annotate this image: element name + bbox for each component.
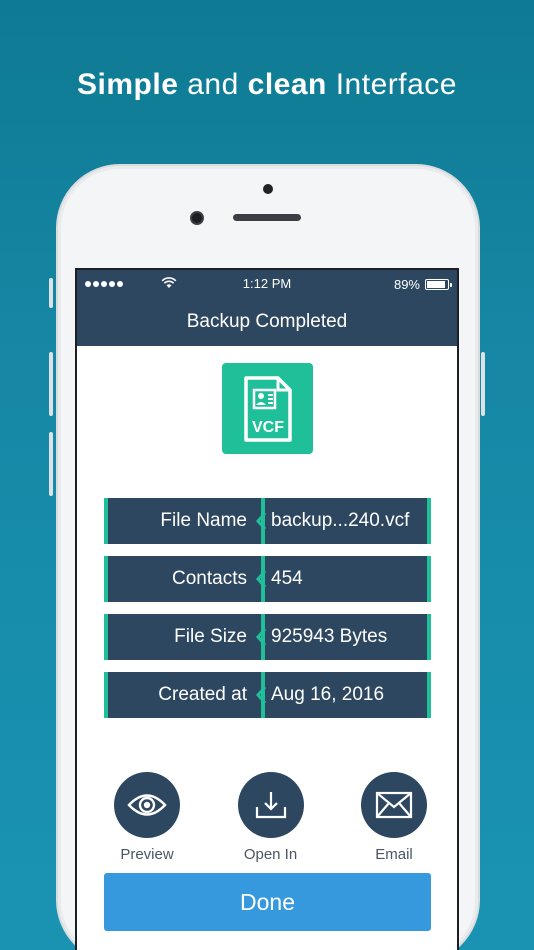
- info-row-created-at: Created at Aug 16, 2016: [104, 672, 431, 718]
- email-circle[interactable]: [361, 772, 427, 838]
- email-label: Email: [375, 846, 413, 863]
- volume-up-button: [49, 352, 53, 416]
- backup-info-list: File Name backup...240.vcf Contacts 454 …: [104, 498, 431, 730]
- promo-word-clean: clean: [247, 68, 327, 101]
- vcf-label: VCF: [252, 419, 284, 436]
- promo-word-simple: Simple: [77, 68, 179, 101]
- info-value: backup...240.vcf: [265, 498, 431, 544]
- promo-word-and: and: [187, 68, 239, 101]
- mute-switch: [49, 278, 53, 308]
- info-value: Aug 16, 2016: [265, 672, 431, 718]
- proximity-sensor-icon: [190, 211, 204, 225]
- info-value: 454: [265, 556, 431, 602]
- status-bar: 1:12 PM 89%: [77, 270, 457, 298]
- info-label: File Name: [104, 498, 261, 544]
- front-camera-icon: [263, 184, 273, 194]
- power-button: [481, 352, 485, 416]
- info-row-contacts: Contacts 454: [104, 556, 431, 602]
- promo-word-interface: Interface: [335, 68, 457, 101]
- action-buttons: Preview Open In Email: [77, 772, 457, 863]
- info-label: Created at: [104, 672, 261, 718]
- phone-screen: 1:12 PM 89% Backup Completed VCF File Na…: [75, 268, 459, 950]
- contact-card-icon: VCF: [243, 375, 292, 442]
- info-value: 925943 Bytes: [265, 614, 431, 660]
- preview-circle[interactable]: [114, 772, 180, 838]
- info-label: Contacts: [104, 556, 261, 602]
- status-time: 1:12 PM: [242, 276, 292, 291]
- earpiece-speaker: [233, 214, 301, 221]
- preview-label: Preview: [120, 846, 174, 863]
- open-in-button[interactable]: Open In: [236, 772, 306, 863]
- chevron-left-icon: [256, 512, 267, 530]
- chevron-left-icon: [256, 570, 267, 588]
- envelope-icon: [375, 791, 413, 819]
- promo-headline: Simple and clean Interface: [0, 68, 534, 102]
- download-icon: [255, 792, 286, 819]
- volume-down-button: [49, 432, 53, 496]
- nav-bar: Backup Completed: [77, 298, 457, 346]
- battery-icon: [425, 278, 452, 290]
- open-in-label: Open In: [243, 846, 298, 863]
- info-row-file-size: File Size 925943 Bytes: [104, 614, 431, 660]
- nav-title: Backup Completed: [186, 311, 348, 332]
- info-row-file-name: File Name backup...240.vcf: [104, 498, 431, 544]
- done-button[interactable]: Done: [104, 873, 431, 931]
- email-button[interactable]: Email: [359, 772, 429, 863]
- vcf-file-icon: VCF: [222, 363, 313, 454]
- preview-button[interactable]: Preview: [112, 772, 182, 863]
- info-label: File Size: [104, 614, 261, 660]
- open-in-circle[interactable]: [237, 772, 304, 838]
- chevron-left-icon: [256, 686, 267, 704]
- eye-icon: [127, 794, 167, 816]
- chevron-left-icon: [256, 628, 267, 646]
